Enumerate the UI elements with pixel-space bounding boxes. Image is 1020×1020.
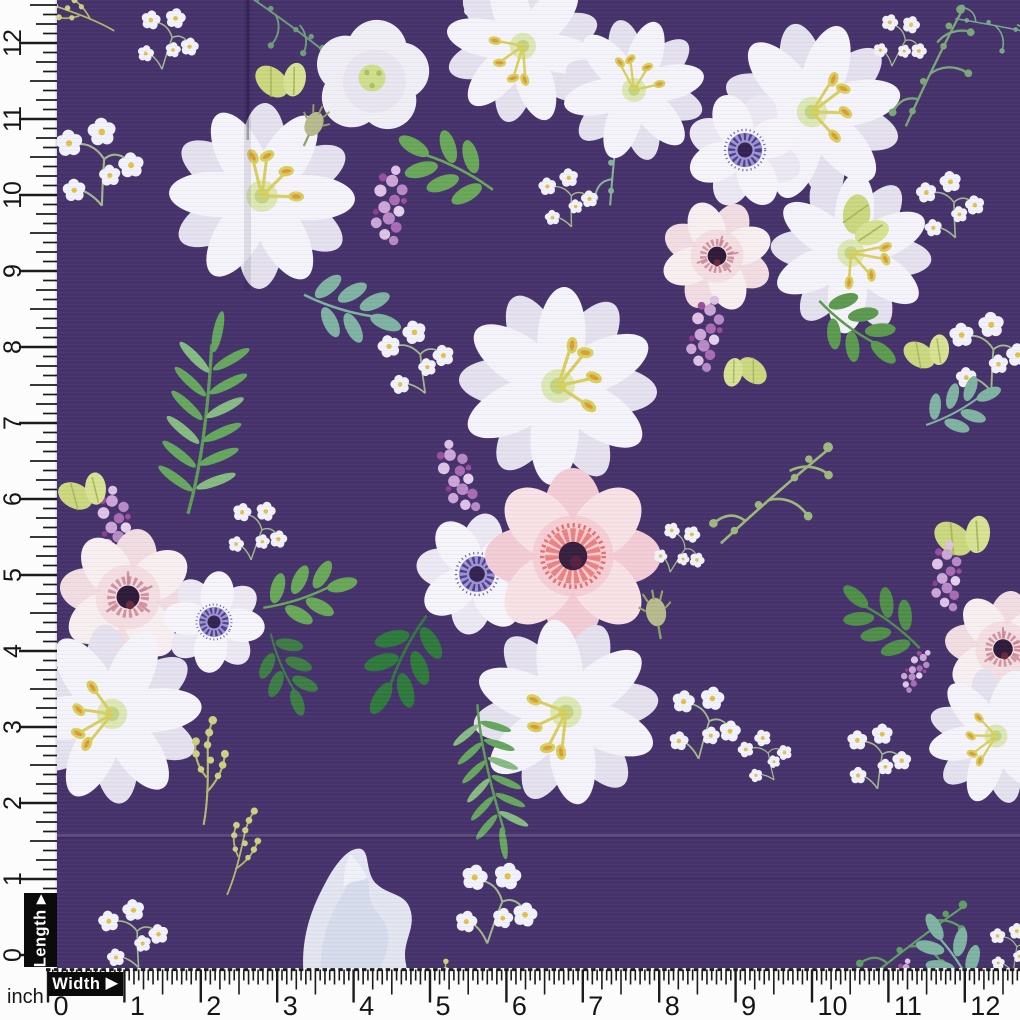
length-inch-number: 0 xyxy=(0,948,27,962)
width-inch-number: 4 xyxy=(359,991,374,1020)
width-inch-number: 3 xyxy=(283,991,298,1020)
width-inch-number: 9 xyxy=(741,991,756,1020)
vertical-ruler: 0123456789101112 xyxy=(0,0,57,968)
width-label: Width xyxy=(52,975,100,993)
width-label-tab: Width ▶ xyxy=(48,972,123,996)
length-inch-number: 6 xyxy=(0,492,27,506)
fabric-weave-texture xyxy=(0,0,1020,968)
arrow-right-icon: ▶ xyxy=(32,893,47,904)
width-inch-number: 7 xyxy=(588,991,603,1020)
width-inch-number: 1 xyxy=(130,991,145,1020)
length-inch-number: 10 xyxy=(0,181,27,209)
length-inch-number: 11 xyxy=(0,106,27,132)
width-inch-number: 11 xyxy=(894,991,922,1020)
width-inch-number: 2 xyxy=(206,991,221,1020)
length-inch-number: 12 xyxy=(0,29,27,57)
length-inch-number: 4 xyxy=(0,644,27,658)
unit-label: inch xyxy=(7,986,44,1009)
length-label-tab: Length ▶ xyxy=(24,893,57,967)
width-inch-number: 8 xyxy=(665,991,680,1020)
width-inch-number: 6 xyxy=(512,991,527,1020)
fabric-print xyxy=(0,0,1020,968)
fabric-swatch-photo: 0123456789101112 0123456789101112 Length… xyxy=(0,0,1020,1020)
length-inch-number: 8 xyxy=(0,340,27,354)
length-inch-number: 7 xyxy=(0,416,27,430)
length-label: Length xyxy=(31,909,49,967)
length-inch-number: 9 xyxy=(0,264,27,278)
width-inch-number: 12 xyxy=(970,991,1000,1020)
length-inch-number: 3 xyxy=(0,720,27,734)
horizontal-ruler: 0123456789101112 xyxy=(0,968,1020,1020)
width-inch-number: 10 xyxy=(818,991,848,1020)
length-inch-number: 5 xyxy=(0,568,27,582)
arrow-right-icon: ▶ xyxy=(106,974,119,992)
length-inch-number: 1 xyxy=(0,872,27,886)
width-inch-number: 5 xyxy=(436,991,451,1020)
length-inch-number: 2 xyxy=(0,796,27,810)
